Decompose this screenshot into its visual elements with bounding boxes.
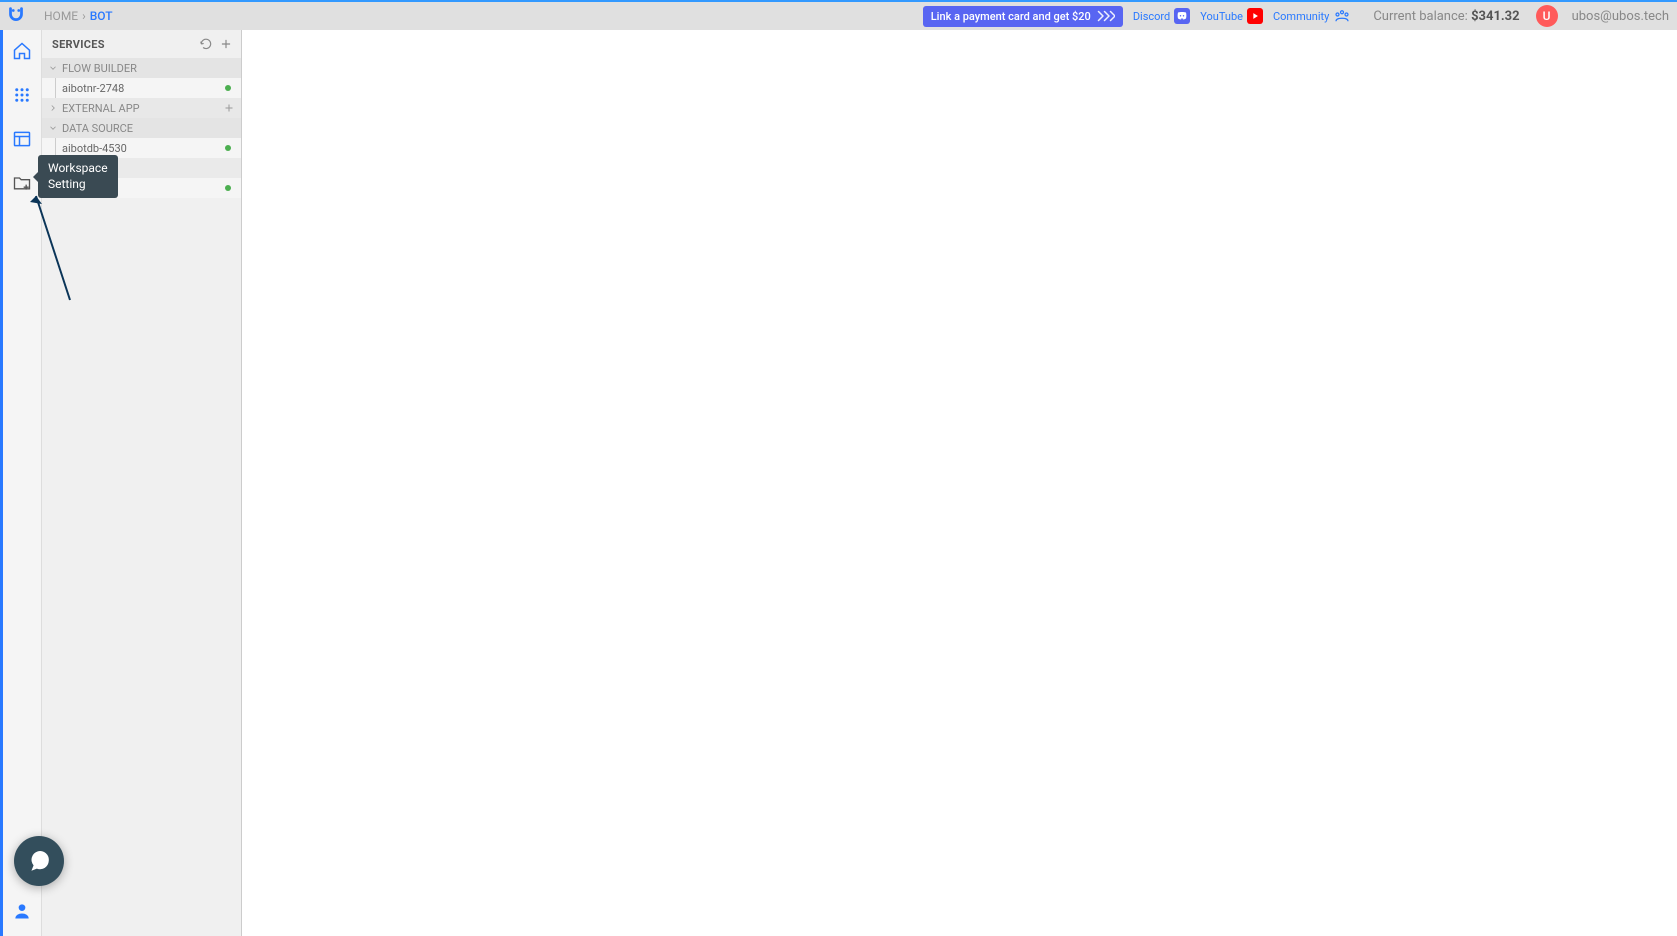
plus-icon[interactable] (219, 37, 233, 51)
left-rail (0, 30, 42, 936)
balance-value: $341.32 (1471, 9, 1520, 24)
status-dot-online (225, 85, 231, 91)
breadcrumb-current[interactable]: BOT (90, 9, 113, 23)
layout-icon (12, 129, 32, 149)
tree-group-label: DATA SOURCE (62, 122, 133, 135)
user-icon (12, 901, 32, 921)
user-avatar[interactable]: U (1536, 5, 1558, 27)
chat-icon (26, 848, 52, 874)
topbar-right: Link a payment card and get $20 Discord … (923, 5, 1669, 27)
logo-icon (5, 5, 27, 27)
folder-add-icon (12, 173, 32, 193)
youtube-label: YouTube (1200, 10, 1243, 23)
breadcrumb-separator: › (82, 9, 86, 23)
chevrons-right-icon (1097, 10, 1115, 22)
rail-workspace-setting[interactable] (11, 172, 33, 194)
tree-indent-bar (55, 78, 56, 98)
top-bar: HOME › BOT Link a payment card and get $… (0, 0, 1677, 30)
tooltip-line2: Setting (48, 177, 86, 191)
balance-label: Current balance: (1373, 9, 1471, 24)
chevron-right-icon (48, 103, 58, 113)
tree-group-label: EXTERNAL APP (62, 102, 140, 115)
tree-group-flow-builder[interactable]: FLOW BUILDER (42, 58, 241, 78)
status-dot-online (225, 185, 231, 191)
rail-layout[interactable] (11, 128, 33, 150)
breadcrumb-home[interactable]: HOME (44, 9, 78, 23)
avatar-letter: U (1543, 9, 1551, 23)
home-icon (12, 41, 32, 61)
tree-group-external-app[interactable]: EXTERNAL APP (42, 98, 241, 118)
sidebar-header: SERVICES (42, 30, 241, 58)
tree-item-label: aibotdb-4530 (62, 142, 127, 155)
tree-group-label: FLOW BUILDER (62, 62, 137, 75)
balance-display: Current balance: $341.32 (1373, 9, 1519, 24)
tree-item-label: aibotnr-2748 (62, 82, 124, 95)
sidebar-title: SERVICES (52, 38, 105, 51)
add-external-app-icon[interactable] (223, 102, 235, 114)
workspace-setting-tooltip: Workspace Setting (38, 155, 118, 198)
tree-item-aibotnr[interactable]: aibotnr-2748 (42, 78, 241, 98)
apps-icon (13, 86, 31, 104)
community-label: Community (1273, 10, 1329, 23)
discord-label: Discord (1133, 10, 1170, 23)
community-link[interactable]: Community (1273, 7, 1351, 25)
logo (4, 4, 28, 28)
rail-user[interactable] (11, 900, 33, 922)
rail-apps[interactable] (11, 84, 33, 106)
link-payment-card-button[interactable]: Link a payment card and get $20 (923, 6, 1123, 27)
tooltip-line1: Workspace (48, 161, 108, 175)
link-payment-card-label: Link a payment card and get $20 (931, 10, 1091, 23)
discord-link[interactable]: Discord (1133, 8, 1190, 24)
youtube-icon (1247, 8, 1263, 24)
main-content-area (242, 30, 1677, 936)
chevron-down-icon (48, 63, 58, 73)
discord-icon (1174, 8, 1190, 24)
tree-group-data-source[interactable]: DATA SOURCE (42, 118, 241, 138)
user-email[interactable]: ubos@ubos.tech (1572, 9, 1669, 24)
status-dot-online (225, 145, 231, 151)
chevron-down-icon (48, 123, 58, 133)
breadcrumb: HOME › BOT (44, 9, 113, 23)
chat-widget-button[interactable] (14, 836, 64, 886)
sidebar-header-actions (199, 37, 233, 51)
youtube-link[interactable]: YouTube (1200, 8, 1263, 24)
refresh-icon[interactable] (199, 37, 213, 51)
community-icon (1333, 7, 1351, 25)
rail-home[interactable] (11, 40, 33, 62)
